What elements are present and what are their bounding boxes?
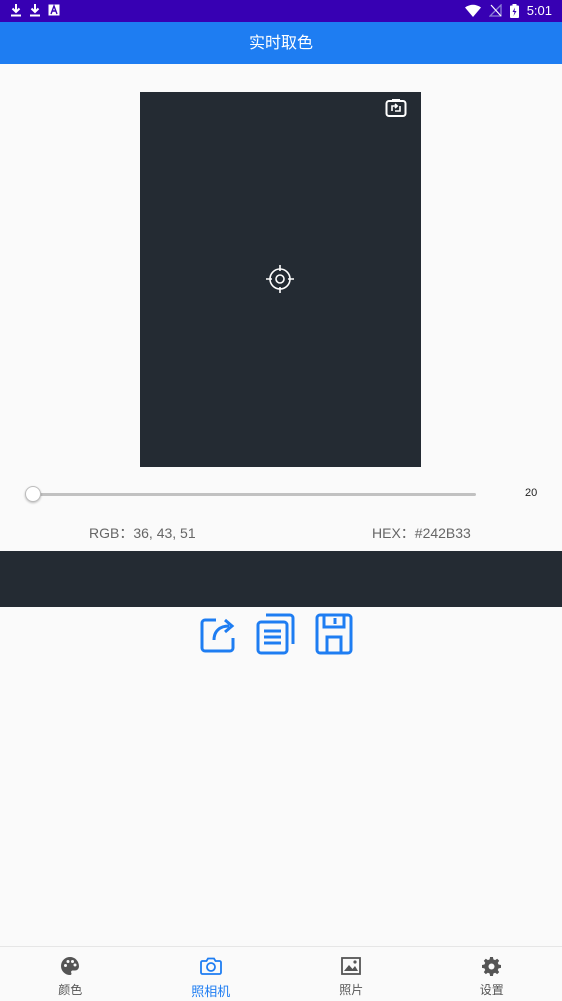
save-icon — [315, 613, 353, 659]
crosshair-icon — [265, 264, 295, 298]
status-time: 5:01 — [527, 3, 552, 18]
share-icon — [199, 614, 237, 658]
nav-label-settings: 设置 — [480, 981, 504, 998]
action-bar — [198, 614, 354, 658]
gear-icon — [482, 955, 502, 977]
save-button[interactable] — [314, 614, 354, 658]
camera-preview[interactable] — [140, 92, 421, 467]
pick-size-slider[interactable] — [24, 484, 482, 504]
nav-label-color: 颜色 — [58, 981, 82, 998]
bottom-nav: 颜色 照相机 照片 设置 — [0, 946, 562, 1001]
nav-item-color[interactable]: 颜色 — [0, 947, 141, 1001]
nav-label-photos: 照片 — [339, 981, 363, 998]
rgb-value: RGB：36, 43, 51 — [89, 523, 196, 543]
palette-icon — [60, 955, 80, 977]
wifi-icon — [465, 4, 481, 17]
status-bar: 5:01 — [0, 0, 562, 22]
nav-item-settings[interactable]: 设置 — [422, 947, 562, 1001]
battery-icon — [510, 4, 519, 18]
switch-camera-icon[interactable] — [385, 98, 407, 122]
nav-item-photos[interactable]: 照片 — [281, 947, 422, 1001]
slider-value: 20 — [525, 487, 537, 499]
color-swatch — [0, 551, 562, 607]
download-icon — [10, 3, 22, 17]
nav-label-camera: 照相机 — [191, 981, 230, 1000]
font-icon — [48, 4, 60, 16]
no-sim-icon — [489, 4, 502, 17]
share-button[interactable] — [198, 614, 238, 658]
page-title: 实时取色 — [249, 33, 313, 52]
hex-value: HEX：#242B33 — [372, 523, 471, 543]
app-bar: 实时取色 — [0, 22, 562, 64]
nav-item-camera[interactable]: 照相机 — [141, 947, 282, 1001]
download-icon — [29, 3, 41, 17]
copy-icon — [255, 612, 297, 660]
slider-thumb[interactable] — [25, 486, 41, 502]
camera-icon — [200, 955, 222, 977]
image-icon — [341, 955, 361, 977]
copy-button[interactable] — [256, 614, 296, 658]
slider-track — [32, 493, 476, 496]
